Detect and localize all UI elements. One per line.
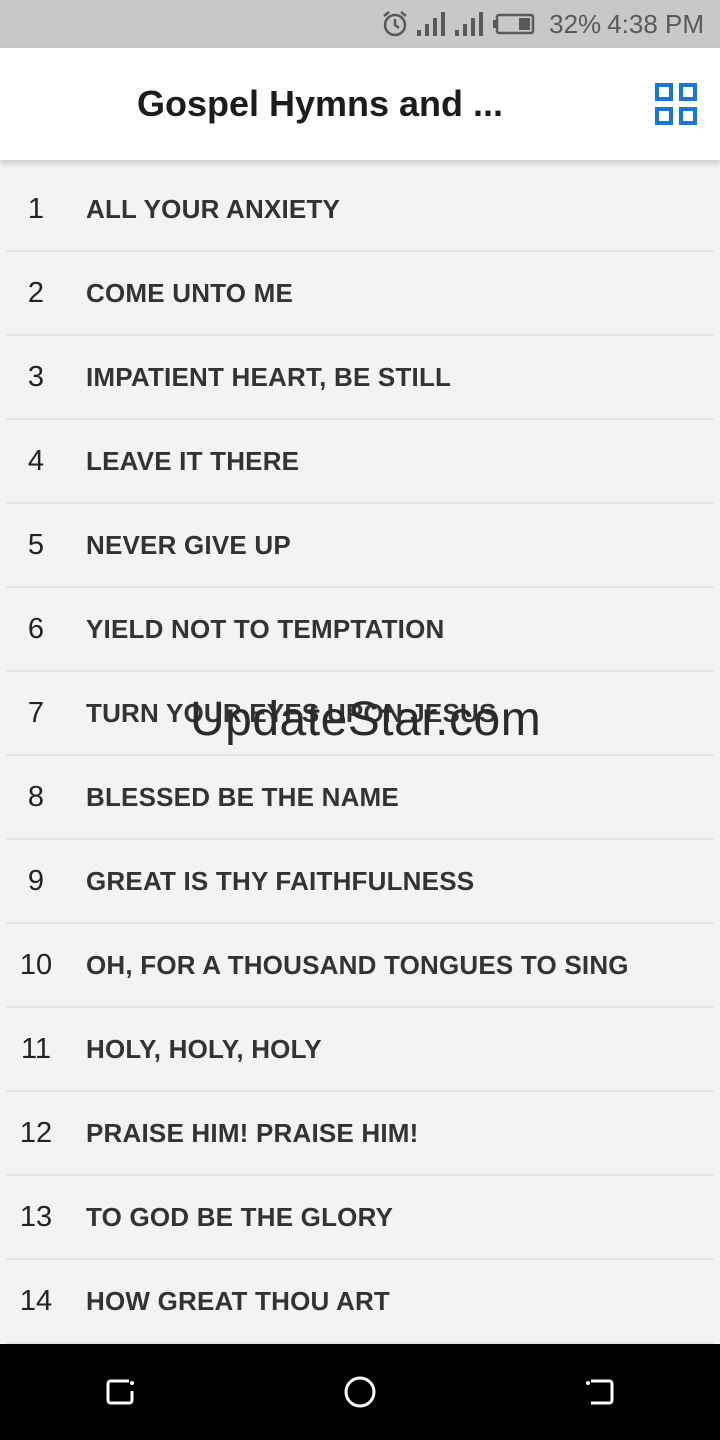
page-title: Gospel Hymns and ... bbox=[136, 83, 504, 124]
list-item[interactable]: 1 ALL YOUR ANXIETY bbox=[6, 168, 714, 252]
hymn-title: LEAVE IT THERE bbox=[86, 445, 300, 476]
list-item[interactable]: 5 NEVER GIVE UP bbox=[6, 504, 714, 588]
hymn-title: COME UNTO ME bbox=[86, 277, 294, 308]
recent-apps-button[interactable] bbox=[80, 1352, 160, 1432]
hymn-title: ALL YOUR ANXIETY bbox=[86, 193, 341, 224]
hymn-title: OH, FOR A THOUSAND TONGUES TO SING bbox=[86, 949, 629, 980]
hymn-number: 12 bbox=[19, 1116, 53, 1149]
battery-percent: 32% bbox=[549, 8, 602, 39]
list-item[interactable]: 6 YIELD NOT TO TEMPTATION bbox=[6, 588, 714, 672]
list-item[interactable]: 12 PRAISE HIM! PRAISE HIM! bbox=[6, 1092, 714, 1176]
hymn-number: 11 bbox=[20, 1032, 52, 1065]
list-item[interactable]: 3 IMPATIENT HEART, BE STILL bbox=[6, 336, 714, 420]
hymn-title: NEVER GIVE UP bbox=[86, 529, 291, 560]
hymn-number: 10 bbox=[19, 948, 53, 981]
app-bar: Gospel Hymns and ... bbox=[0, 48, 720, 160]
list-item[interactable]: 7 TURN YOUR EYES UPON JESUS bbox=[6, 672, 714, 756]
hymn-title: TO GOD BE THE GLORY bbox=[86, 1201, 394, 1232]
hymn-title: IMPATIENT HEART, BE STILL bbox=[86, 361, 452, 392]
hymn-number: 14 bbox=[19, 1284, 53, 1317]
list-item[interactable]: 11 HOLY, HOLY, HOLY bbox=[6, 1008, 714, 1092]
navigation-bar bbox=[0, 1344, 720, 1440]
home-icon bbox=[344, 1376, 376, 1408]
battery-icon bbox=[493, 13, 535, 35]
hymn-number: 8 bbox=[27, 780, 45, 813]
alarm-icon bbox=[381, 10, 409, 38]
list-item[interactable]: 8 BLESSED BE THE NAME bbox=[6, 756, 714, 840]
list-item[interactable]: 4 LEAVE IT THERE bbox=[6, 420, 714, 504]
list-item[interactable]: 2 COME UNTO ME bbox=[6, 252, 714, 336]
hymn-number: 4 bbox=[27, 444, 45, 477]
hymn-number: 5 bbox=[27, 528, 45, 561]
hymn-number: 3 bbox=[27, 360, 45, 393]
home-button[interactable] bbox=[320, 1352, 400, 1432]
grid-view-icon bbox=[655, 83, 697, 125]
hymn-title: YIELD NOT TO TEMPTATION bbox=[86, 613, 445, 644]
list-item[interactable]: 14 HOW GREAT THOU ART bbox=[6, 1260, 714, 1344]
signal-icon bbox=[417, 12, 447, 36]
recent-apps-icon bbox=[106, 1379, 134, 1405]
hymn-title: GREAT IS THY FAITHFULNESS bbox=[86, 865, 475, 896]
hymn-number: 7 bbox=[27, 696, 45, 729]
signal-icon bbox=[455, 12, 485, 36]
hymn-number: 1 bbox=[27, 192, 45, 225]
list-item[interactable]: 10 OH, FOR A THOUSAND TONGUES TO SING bbox=[6, 924, 714, 1008]
hymn-title: TURN YOUR EYES UPON JESUS bbox=[86, 697, 497, 728]
list-item[interactable]: 13 TO GOD BE THE GLORY bbox=[6, 1176, 714, 1260]
clock: 4:38 PM bbox=[607, 8, 704, 39]
hymn-number: 9 bbox=[27, 864, 45, 897]
list-item[interactable]: 9 GREAT IS THY FAITHFULNESS bbox=[6, 840, 714, 924]
hymn-title: HOLY, HOLY, HOLY bbox=[86, 1033, 322, 1064]
hymn-title: HOW GREAT THOU ART bbox=[86, 1285, 391, 1316]
back-button[interactable] bbox=[560, 1352, 640, 1432]
grid-view-button[interactable] bbox=[654, 82, 698, 126]
status-bar: 32% 4:38 PM bbox=[0, 0, 720, 48]
hymn-number: 6 bbox=[27, 612, 45, 645]
hymn-number: 13 bbox=[19, 1200, 53, 1233]
hymn-title: BLESSED BE THE NAME bbox=[86, 781, 399, 812]
hymn-title: PRAISE HIM! PRAISE HIM! bbox=[86, 1117, 419, 1148]
back-icon bbox=[586, 1379, 614, 1405]
hymn-list: 1 ALL YOUR ANXIETY 2 COME UNTO ME 3 IMPATIE… bbox=[0, 160, 720, 1344]
hymn-number: 2 bbox=[27, 276, 45, 309]
